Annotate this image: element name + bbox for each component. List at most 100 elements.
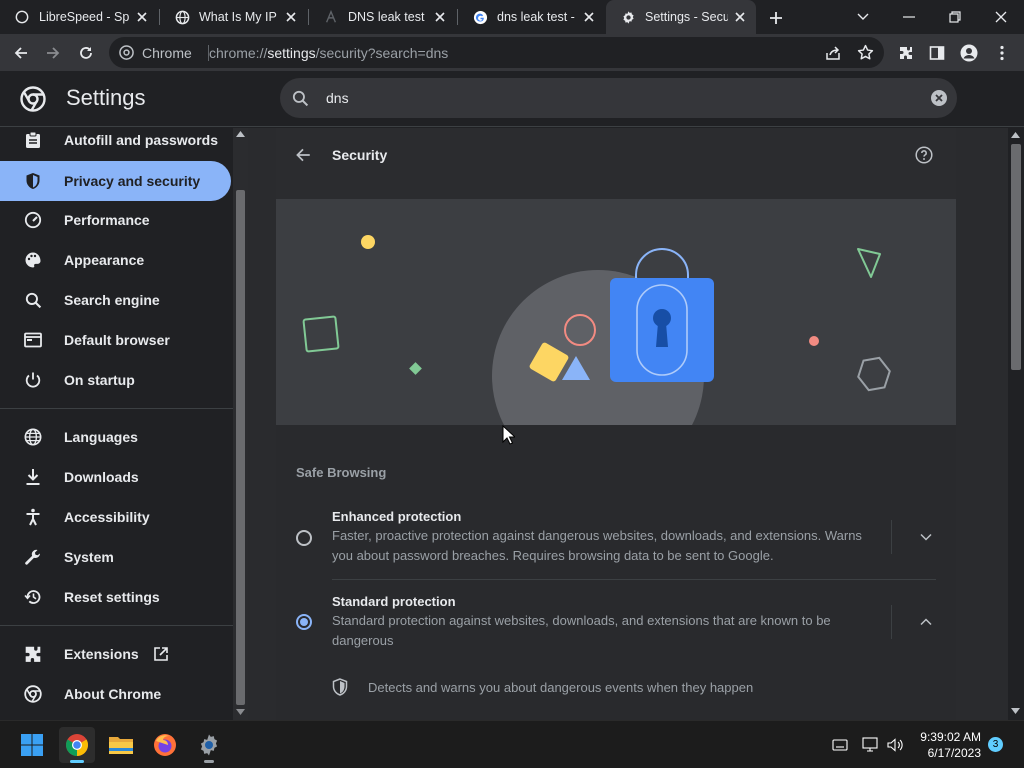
taskbar-clock[interactable]: 9:39:02 AM 6/17/2023 (905, 729, 981, 761)
close-icon (995, 11, 1007, 23)
sidebar-item-reset-settings[interactable]: Reset settings (0, 577, 231, 617)
close-icon[interactable] (581, 9, 597, 25)
side-panel-button[interactable] (922, 38, 952, 68)
profile-button[interactable] (954, 38, 984, 68)
scroll-up-arrow-icon[interactable] (1011, 132, 1020, 138)
standard-protection-radio[interactable] (296, 614, 312, 630)
open-external-icon (153, 646, 169, 662)
keyhole-slot (656, 323, 668, 347)
sidebar-item-appearance[interactable]: Appearance (0, 240, 231, 280)
sidebar-item-label: Accessibility (64, 509, 150, 525)
puzzle-icon (24, 645, 42, 663)
taskbar-settings[interactable] (191, 727, 227, 763)
wrench-icon (24, 548, 42, 566)
tab-title: dns leak test - G (497, 10, 577, 24)
sidebar-item-privacy[interactable]: Privacy and security (0, 161, 231, 201)
sidebar-item-label: Reset settings (64, 589, 160, 605)
sidebar-item-accessibility[interactable]: Accessibility (0, 497, 231, 537)
close-window-button[interactable] (978, 0, 1024, 34)
security-illustration (276, 199, 956, 482)
chrome-icon[interactable] (119, 45, 134, 63)
notification-badge[interactable]: 3 (988, 737, 1003, 752)
settings-search[interactable] (280, 78, 957, 118)
tab-dnsleaktest[interactable]: DNS leak test (309, 0, 456, 34)
scroll-down-arrow-icon[interactable] (236, 709, 245, 715)
chevron-down-icon (857, 13, 869, 20)
sidebar-item-search-engine[interactable]: Search engine (0, 280, 231, 320)
sidebar-item-label: System (64, 549, 114, 565)
menu-button[interactable] (987, 38, 1017, 68)
clock-time: 9:39:02 AM (920, 730, 981, 744)
power-icon (24, 371, 42, 389)
help-icon[interactable] (915, 146, 933, 167)
tab-settings-security[interactable]: Settings - Secur (606, 0, 756, 34)
sidebar-scroll-thumb[interactable] (236, 190, 245, 705)
sidebar-item-label: Default browser (64, 332, 170, 348)
share-icon[interactable] (825, 45, 841, 64)
main-scroll-thumb[interactable] (1011, 144, 1021, 370)
clear-search-icon[interactable] (930, 89, 948, 110)
tab-strip: LibreSpeed - Sp What Is My IP A DNS leak… (0, 0, 1024, 34)
illustration-dot-yellow (361, 235, 375, 249)
tab-whatismyip[interactable]: What Is My IP A (160, 0, 307, 34)
forward-button[interactable] (38, 38, 68, 68)
enhanced-protection-radio[interactable] (296, 530, 312, 546)
chevron-up-icon[interactable] (916, 612, 936, 632)
network-icon[interactable] (861, 735, 881, 755)
sidebar-item-default-browser[interactable]: Default browser (0, 320, 231, 360)
clipboard-icon (24, 131, 42, 149)
scroll-up-arrow-icon[interactable] (236, 131, 245, 137)
sidebar-item-on-startup[interactable]: On startup (0, 360, 231, 400)
sidebar-item-performance[interactable]: Performance (0, 200, 231, 240)
search-icon (292, 90, 309, 110)
globe-icon (24, 428, 42, 446)
start-button[interactable] (14, 727, 50, 763)
taskbar-chrome[interactable] (59, 727, 95, 763)
taskbar-file-explorer[interactable] (103, 727, 139, 763)
security-card: Security Safe Browsing Enhanced protecti… (276, 128, 956, 720)
volume-icon[interactable] (885, 735, 905, 755)
chevron-down-icon[interactable] (916, 527, 936, 547)
extensions-button[interactable] (891, 38, 921, 68)
option-title: Standard protection (332, 594, 456, 609)
main-scrollbar[interactable] (1008, 128, 1024, 720)
option-divider (891, 605, 892, 639)
keyboard-icon[interactable] (830, 735, 850, 755)
close-icon[interactable] (283, 9, 299, 25)
restore-button[interactable] (932, 0, 978, 34)
tab-google-search[interactable]: dns leak test - G (458, 0, 605, 34)
chrome-icon (66, 734, 88, 756)
sidebar-item-label: Languages (64, 429, 138, 445)
reload-button[interactable] (71, 38, 101, 68)
sidebar-item-extensions[interactable]: Extensions (0, 634, 231, 674)
search-icon (24, 291, 42, 309)
safe-browsing-heading: Safe Browsing (296, 465, 387, 480)
sidebar-divider (0, 625, 233, 626)
omnibox[interactable]: Chrome chrome://settings/security?search… (109, 37, 884, 68)
sidebar-item-languages[interactable]: Languages (0, 417, 231, 457)
new-tab-button[interactable] (766, 8, 786, 28)
sidebar-item-downloads[interactable]: Downloads (0, 457, 231, 497)
tab-librespeed[interactable]: LibreSpeed - Sp (0, 0, 158, 34)
option-standard-protection[interactable]: Standard protection Standard protection … (276, 588, 956, 653)
back-button[interactable] (6, 38, 36, 68)
star-icon[interactable] (857, 44, 874, 64)
back-arrow-icon[interactable] (294, 146, 312, 167)
minimize-button[interactable] (886, 0, 932, 34)
sidebar-scrollbar[interactable] (233, 128, 248, 720)
close-icon[interactable] (134, 9, 150, 25)
url-host: settings (267, 45, 316, 61)
sidebar-item-autofill[interactable]: Autofill and passwords (0, 128, 231, 160)
scroll-down-arrow-icon[interactable] (1011, 708, 1020, 714)
tab-search-button[interactable] (840, 0, 886, 34)
clock-date: 6/17/2023 (927, 746, 981, 760)
search-input[interactable] (326, 86, 906, 110)
sidebar-item-system[interactable]: System (0, 537, 231, 577)
option-enhanced-protection[interactable]: Enhanced protection Faster, proactive pr… (276, 503, 956, 578)
illustration-dot-pink (809, 336, 819, 346)
close-icon[interactable] (732, 9, 748, 25)
sidebar-item-about-chrome[interactable]: About Chrome (0, 674, 231, 714)
arrow-right-icon (47, 47, 60, 59)
taskbar-firefox[interactable] (147, 727, 183, 763)
close-icon[interactable] (432, 9, 448, 25)
